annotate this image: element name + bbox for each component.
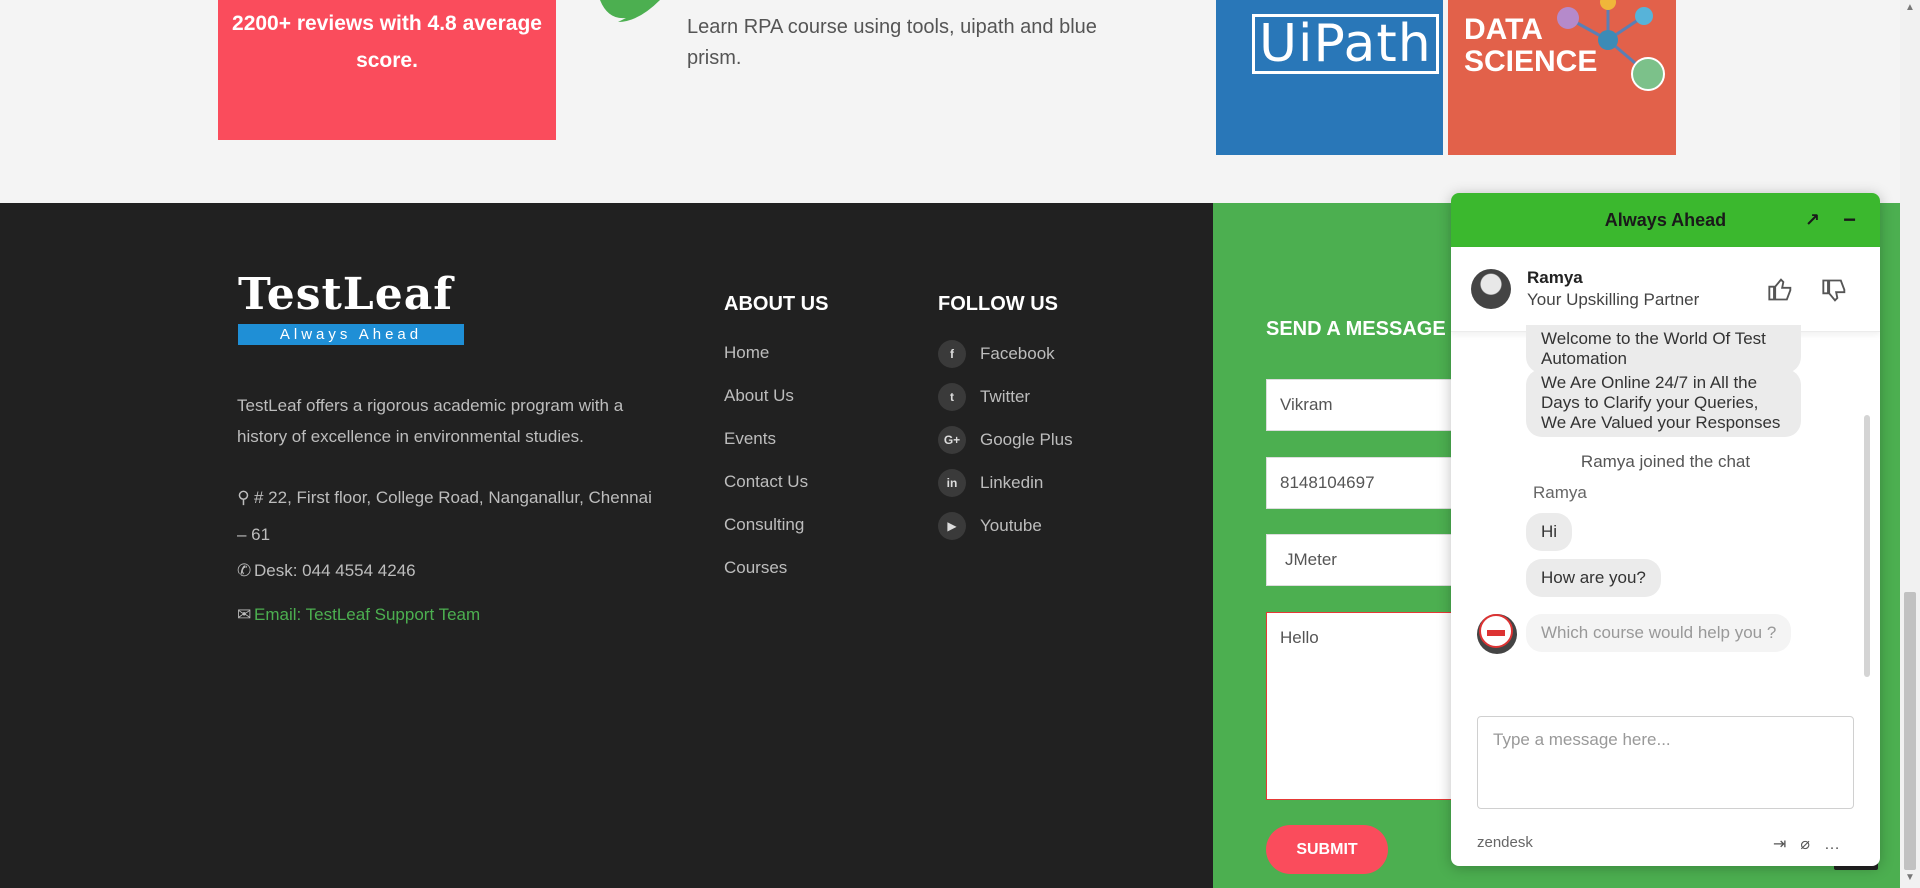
footer-link-about-us[interactable]: About Us bbox=[724, 384, 808, 427]
message-textarea[interactable]: Hello bbox=[1266, 612, 1466, 800]
social-link-facebook[interactable]: f Facebook bbox=[938, 340, 1073, 383]
network-graph-icon bbox=[1557, 0, 1665, 91]
name-input[interactable]: Vikram bbox=[1266, 379, 1466, 431]
footer-link-events[interactable]: Events bbox=[724, 427, 808, 470]
reviews-card: 2200+ reviews with 4.8 average score. bbox=[218, 0, 556, 140]
submit-button[interactable]: SUBMIT bbox=[1266, 825, 1388, 874]
social-label: Google Plus bbox=[980, 430, 1073, 449]
speech-bubble-icon bbox=[600, 0, 660, 22]
more-options-icon[interactable]: … bbox=[1824, 836, 1854, 853]
linkedin-icon: in bbox=[938, 469, 966, 497]
rpa-course-text: Learn RPA course using tools, uipath and… bbox=[687, 16, 1097, 69]
message-which-course: Which course would help you ? bbox=[1526, 614, 1792, 652]
chat-header: Always Ahead ↗ − bbox=[1451, 193, 1880, 247]
email-text: Email: TestLeaf Support Team bbox=[254, 605, 481, 624]
address-text: # 22, First floor, College Road, Nangana… bbox=[237, 488, 652, 544]
footer-address: ⚲ # 22, First floor, College Road, Nangan… bbox=[237, 479, 657, 553]
about-us-links: Home About Us Events Contact Us Consulti… bbox=[724, 341, 808, 599]
expand-icon[interactable]: ↗ bbox=[1805, 193, 1820, 247]
zendesk-brand[interactable]: zendesk bbox=[1477, 834, 1533, 851]
chat-widget: Always Ahead ↗ − Ramya Your Upskilling P… bbox=[1451, 193, 1880, 866]
phone-icon: ✆ bbox=[237, 561, 252, 580]
minimize-icon[interactable]: − bbox=[1843, 193, 1856, 247]
footer-description: TestLeaf offers a rigorous academic prog… bbox=[237, 396, 624, 446]
logo-word: TestLeaf bbox=[238, 269, 454, 320]
agent-info: Ramya Your Upskilling Partner bbox=[1527, 268, 1699, 310]
follow-us-heading: FOLLOW US bbox=[938, 293, 1058, 315]
footer-phone: ✆ Desk: 044 4554 4246 bbox=[237, 561, 416, 581]
scroll-up-arrow-icon[interactable]: ▲ bbox=[1904, 2, 1916, 14]
thumbs-down-icon[interactable] bbox=[1821, 277, 1849, 305]
chat-title: Always Ahead bbox=[1604, 210, 1727, 230]
chat-messages: Welcome to the World Of Test Automation … bbox=[1451, 325, 1880, 693]
chat-footer: zendesk ⇥⌀… bbox=[1477, 834, 1854, 854]
logo-tagline: Always Ahead bbox=[238, 324, 464, 345]
social-link-twitter[interactable]: t Twitter bbox=[938, 383, 1073, 426]
social-label: Linkedin bbox=[980, 473, 1044, 492]
message-hi: Hi bbox=[1526, 513, 1573, 551]
footer-link-consulting[interactable]: Consulting bbox=[724, 513, 808, 556]
data-science-course-tile[interactable]: DATA SCIENCE bbox=[1448, 0, 1676, 155]
message-online: We Are Online 24/7 in All the Days to Cl… bbox=[1526, 369, 1801, 437]
footer-link-courses[interactable]: Courses bbox=[724, 556, 808, 599]
phone-input[interactable]: 8148104697 bbox=[1266, 457, 1466, 509]
agent-joined-notice: Ramya joined the chat bbox=[1580, 452, 1751, 471]
uipath-logo-text: UiPath bbox=[1252, 14, 1439, 74]
social-label: Youtube bbox=[980, 516, 1042, 535]
footer-link-home[interactable]: Home bbox=[724, 341, 808, 384]
agent-avatar bbox=[1471, 269, 1511, 309]
facebook-icon: f bbox=[938, 340, 966, 368]
agent-name: Ramya bbox=[1527, 268, 1583, 287]
phone-text: Desk: 044 4554 4246 bbox=[254, 561, 416, 580]
map-marker-icon: ⚲ bbox=[237, 488, 250, 507]
bot-badge-icon bbox=[1479, 614, 1513, 648]
attachment-icon[interactable]: ⌀ bbox=[1800, 836, 1824, 853]
envelope-icon: ✉ bbox=[237, 605, 252, 624]
scroll-down-arrow-icon[interactable]: ▼ bbox=[1904, 872, 1916, 884]
message-sender: Ramya bbox=[1533, 483, 1587, 502]
google-plus-icon: G+ bbox=[938, 426, 966, 454]
agent-bar: Ramya Your Upskilling Partner bbox=[1451, 247, 1880, 332]
send-message-heading: SEND A MESSAGE bbox=[1266, 318, 1446, 340]
page-scrollbar-thumb[interactable] bbox=[1904, 592, 1916, 870]
chat-footer-icons: ⇥⌀… bbox=[1773, 834, 1854, 854]
follow-us-links: f Facebook t Twitter G+ Google Plus in Linke… bbox=[938, 340, 1073, 555]
testleaf-logo[interactable]: TestLeaf Always Ahead bbox=[238, 270, 464, 360]
course-input[interactable]: JMeter bbox=[1266, 534, 1466, 586]
chat-scrollbar[interactable] bbox=[1864, 415, 1870, 677]
social-link-google-plus[interactable]: G+ Google Plus bbox=[938, 426, 1073, 469]
footer-email-link[interactable]: ✉ Email: TestLeaf Support Team bbox=[237, 605, 480, 625]
social-label: Facebook bbox=[980, 344, 1055, 363]
twitter-icon: t bbox=[938, 383, 966, 411]
social-link-linkedin[interactable]: in Linkedin bbox=[938, 469, 1073, 512]
uipath-logo: UiPath bbox=[1252, 14, 1439, 74]
about-us-heading: ABOUT US bbox=[724, 293, 829, 315]
chat-message-input[interactable]: Type a message here... bbox=[1477, 716, 1854, 809]
reviews-text: 2200+ reviews with 4.8 average score. bbox=[232, 12, 542, 72]
message-welcome: Welcome to the World Of Test Automation bbox=[1526, 325, 1801, 373]
footer-link-contact-us[interactable]: Contact Us bbox=[724, 470, 808, 513]
thumbs-up-icon[interactable] bbox=[1767, 275, 1795, 303]
youtube-icon: ▶ bbox=[938, 512, 966, 540]
message-how-are-you: How are you? bbox=[1526, 559, 1661, 597]
social-link-youtube[interactable]: ▶ Youtube bbox=[938, 512, 1073, 555]
agent-role: Your Upskilling Partner bbox=[1527, 290, 1700, 309]
social-label: Twitter bbox=[980, 387, 1031, 406]
end-chat-icon[interactable]: ⇥ bbox=[1773, 836, 1800, 853]
uipath-course-tile[interactable]: UiPath bbox=[1216, 0, 1443, 155]
